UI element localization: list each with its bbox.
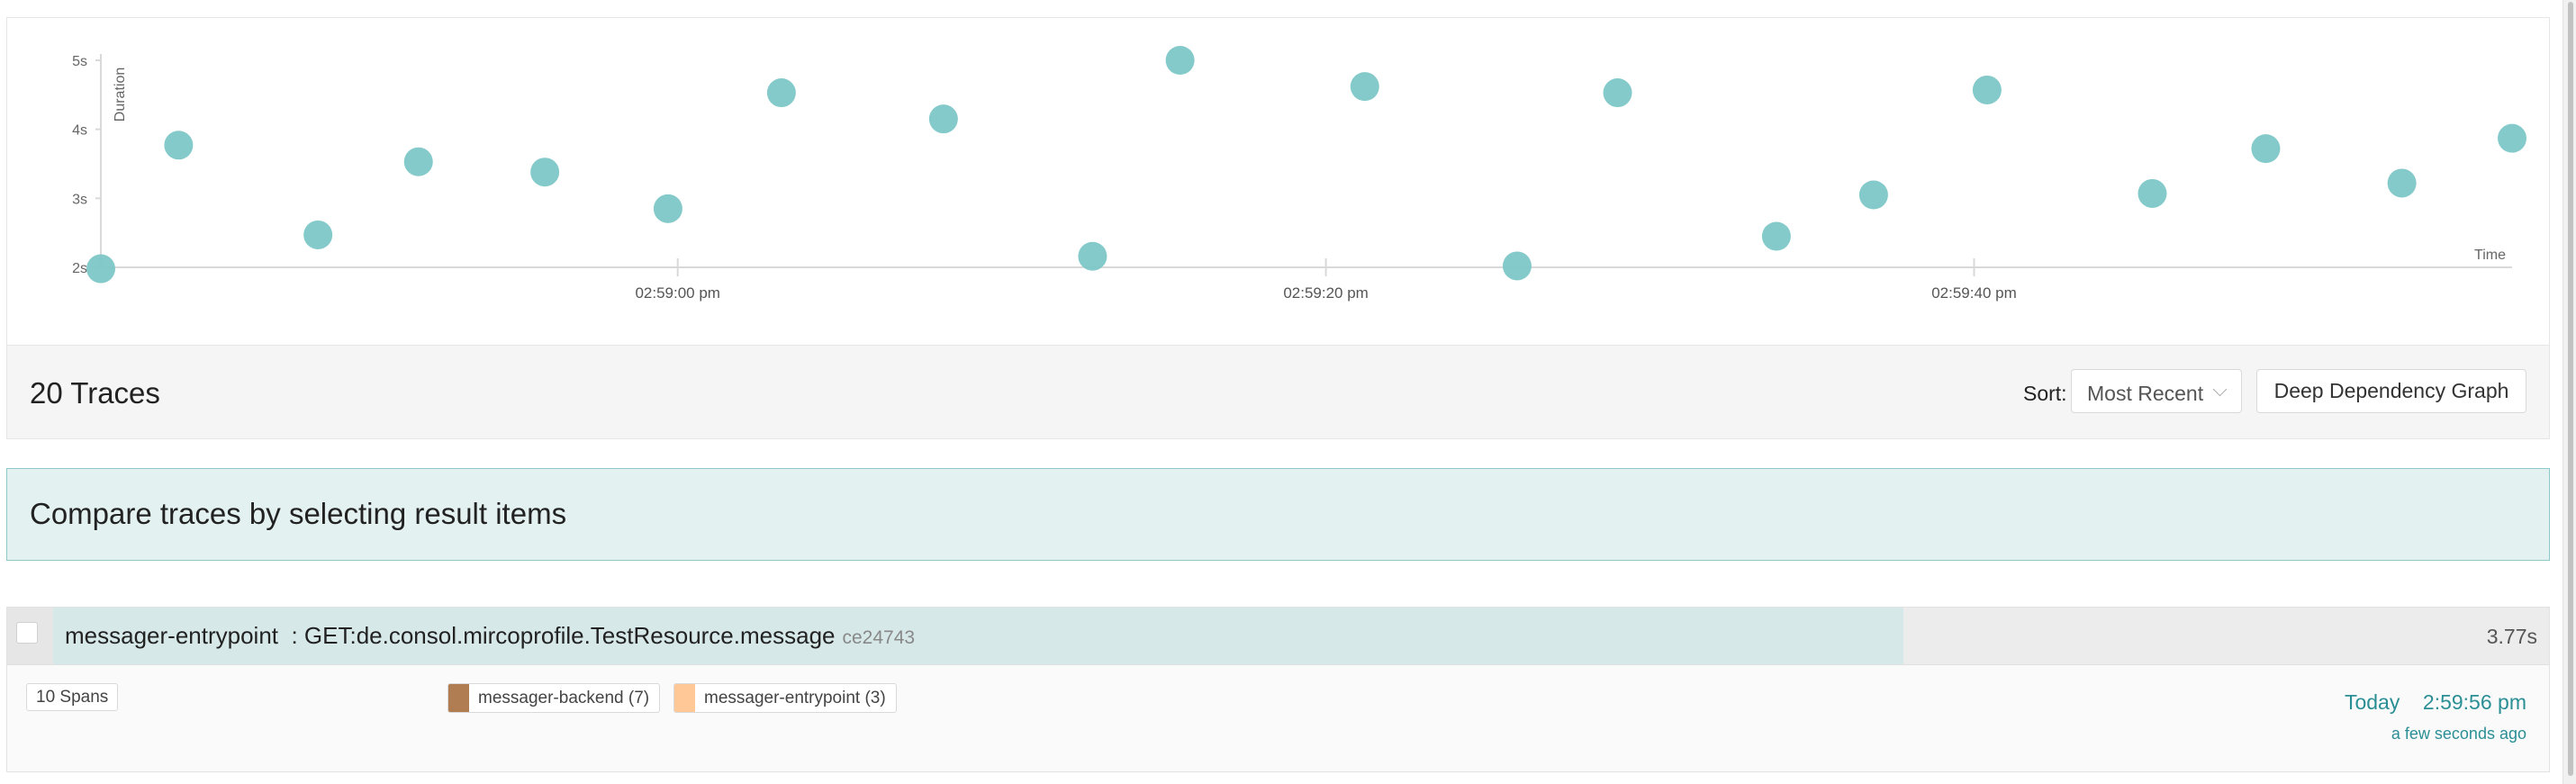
scatter-point — [2387, 168, 2417, 198]
service-color-swatch — [674, 684, 695, 712]
scatter-point — [1502, 251, 1532, 281]
deep-dependency-graph-button[interactable]: Deep Dependency Graph — [2256, 369, 2526, 413]
trace-relative-time: a few seconds ago — [2391, 725, 2526, 743]
scatter-point — [1078, 241, 1107, 271]
trace-separator: : — [291, 622, 304, 649]
y-tick-label: 2s — [72, 261, 87, 276]
traces-count: 20 Traces — [30, 376, 160, 410]
page-scrollbar[interactable] — [2562, 0, 2576, 784]
scatter-svg: 2s 3s 4s 5s 02:59:00 pm 02:59:20 pm 02:59:40 p… — [72, 46, 2526, 302]
trace-time: 2:59:56 pm — [2422, 690, 2526, 714]
scatter-point — [164, 131, 194, 160]
trace-service-name: messager-entrypoint — [65, 622, 278, 649]
page-scrollbar-thumb[interactable] — [2568, 2, 2573, 776]
trace-scatter-plot: 2s 3s 4s 5s 02:59:00 pm 02:59:20 pm 02:59:40 p… — [6, 17, 2550, 346]
scatter-point — [1350, 72, 1379, 102]
scatter-point — [86, 254, 115, 284]
x-tick-label: 02:59:20 pm — [1283, 284, 1369, 302]
scatter-point — [766, 78, 796, 108]
scatter-point — [2138, 178, 2167, 208]
service-tag-label: messager-entrypoint (3) — [704, 689, 886, 707]
compare-banner: Compare traces by selecting result items — [6, 468, 2550, 561]
trace-duration: 3.77s — [2486, 625, 2537, 648]
scatter-point — [1603, 78, 1632, 108]
service-tag-entrypoint: messager-entrypoint (3) — [673, 683, 897, 713]
x-tick-label: 02:59:40 pm — [1931, 284, 2017, 302]
spans-count-tag: 10 Spans — [26, 683, 119, 711]
scatter-point — [1858, 180, 1888, 210]
trace-date: Today — [2344, 690, 2400, 714]
scatter-point — [403, 147, 433, 176]
scatter-point — [2498, 123, 2526, 153]
y-axis-label: Duration — [113, 68, 128, 122]
sort-value: Most Recent — [2087, 382, 2204, 405]
y-tick-label: 4s — [72, 123, 87, 139]
scatter-point — [653, 194, 682, 223]
service-color-swatch — [448, 684, 469, 712]
scatter-point — [530, 158, 560, 187]
scatter-point — [928, 104, 958, 134]
scatter-point — [2251, 134, 2281, 164]
chevron-down-icon — [2212, 382, 2228, 397]
service-tag-label: messager-backend (7) — [478, 689, 650, 707]
y-tick-label: 3s — [72, 192, 87, 207]
x-tick-label: 02:59:00 pm — [635, 284, 720, 302]
compare-text: Compare traces by selecting result items — [30, 497, 567, 530]
trace-title-row[interactable]: messager-entrypoint : GET:de.consol.mirc… — [7, 608, 2549, 665]
trace-select-checkbox[interactable] — [16, 622, 38, 644]
y-tick-label: 5s — [72, 54, 87, 69]
results-header: 20 Traces Sort: Most Recent Deep Depende… — [6, 346, 2550, 439]
trace-name[interactable]: messager-entrypoint : GET:de.consol.mirc… — [65, 622, 915, 650]
sort-dropdown[interactable]: Most Recent — [2071, 369, 2242, 413]
service-tag-backend: messager-backend (7) — [447, 683, 661, 713]
trace-operation-name: GET:de.consol.mircoprofile.TestResource.… — [303, 622, 836, 649]
sort-label: Sort: — [2023, 382, 2067, 405]
scatter-point — [1761, 221, 1791, 251]
trace-result-item[interactable]: messager-entrypoint : GET:de.consol.mirc… — [6, 607, 2550, 772]
scatter-point — [1165, 46, 1195, 75]
scatter-point — [303, 220, 333, 249]
x-axis-label: Time — [2474, 248, 2506, 263]
scatter-point — [1972, 75, 2002, 104]
trace-id: ce24743 — [842, 627, 916, 648]
trace-timestamp: Today 2:59:56 pm — [2345, 690, 2526, 715]
